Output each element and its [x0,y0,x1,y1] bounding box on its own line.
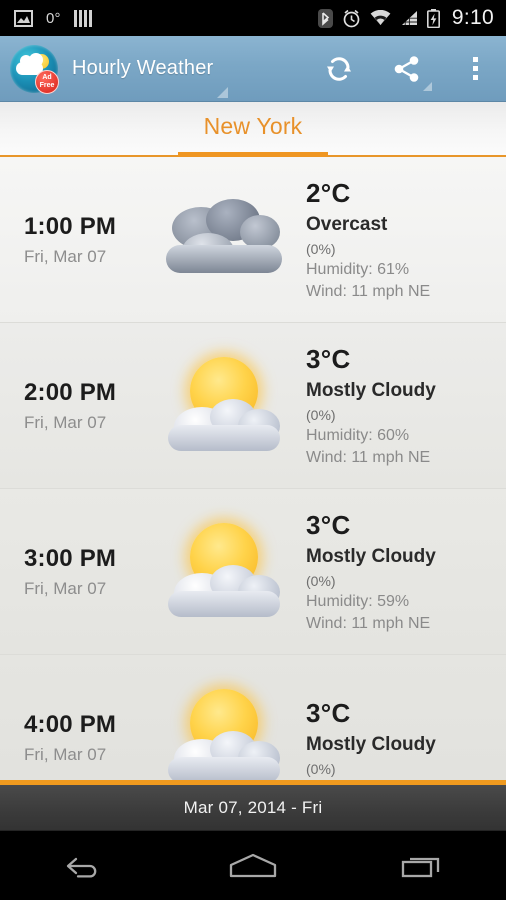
hour-temperature: 3°C [306,510,351,540]
hour-condition: Mostly Cloudy [306,380,436,401]
recents-icon [401,857,439,877]
system-navigation-bar [0,830,506,900]
hour-date: Fri, Mar 07 [24,744,107,764]
hour-icon-column [150,517,300,627]
hour-time: 3:00 PM [24,544,117,572]
recents-button[interactable] [337,851,506,881]
status-bar-left: 0° [0,9,92,27]
hour-temperature: 3°C [306,698,351,728]
hour-precipitation: (0%) [306,761,336,777]
phone-screen: 0° 9:10 Ad Free Hourly Weather New York … [0,0,506,900]
hour-condition: Mostly Cloudy [306,546,436,567]
hour-time: 2:00 PM [24,378,117,406]
status-bar-right: 9:10 [317,6,506,30]
hour-condition: Overcast [306,214,388,235]
mostly-cloudy-icon [160,517,290,627]
hour-time-column: 2:00 PM Fri, Mar 07 [0,379,150,433]
hour-time-column: 1:00 PM Fri, Mar 07 [0,213,150,267]
hour-time: 1:00 PM [24,212,117,240]
hour-wind: Wind: 11 mph NE [306,615,431,632]
share-button[interactable] [370,36,444,101]
hour-icon-column [150,351,300,461]
share-dropdown-triangle-icon[interactable] [423,82,432,91]
hour-info-column: 3°C Mostly Cloudy (0%) [300,698,506,777]
hour-icon-column [150,185,300,295]
hour-date: Fri, Mar 07 [24,246,107,266]
hour-humidity: Humidity: 59% [306,593,410,610]
hour-precipitation: (0%) [306,407,336,423]
title-dropdown-triangle-icon[interactable] [217,87,229,98]
home-button[interactable] [169,851,338,881]
hour-date: Fri, Mar 07 [24,412,107,432]
list-item[interactable]: 1:00 PM Fri, Mar 07 2°C Overcast (0%) Hu… [0,157,506,323]
barcode-icon [73,9,92,27]
mostly-cloudy-icon [160,683,290,780]
bluetooth-icon [317,8,333,28]
overflow-menu-icon [472,57,478,80]
action-bar: Ad Free Hourly Weather [0,36,506,102]
hour-temperature: 3°C [306,344,351,374]
home-icon [229,853,277,877]
ad-free-badge-line1: Ad [42,73,52,81]
list-item[interactable]: 4:00 PM Fri, Mar 07 3°C Mostly Cloudy (0… [0,655,506,780]
hour-info-column: 3°C Mostly Cloudy (0%) Humidity: 60% Win… [300,344,506,467]
hour-condition: Mostly Cloudy [306,734,436,755]
hourly-forecast-list[interactable]: 1:00 PM Fri, Mar 07 2°C Overcast (0%) Hu… [0,157,506,780]
hour-info-column: 3°C Mostly Cloudy (0%) Humidity: 59% Win… [300,510,506,633]
back-button[interactable] [0,851,169,881]
hour-icon-column [150,683,300,780]
hour-humidity: Humidity: 61% [306,261,410,278]
hour-date: Fri, Mar 07 [24,578,107,598]
date-footer-bar[interactable]: Mar 07, 2014 - Fri [0,780,506,830]
mostly-cloudy-icon [160,351,290,461]
hour-temperature: 2°C [306,178,351,208]
refresh-icon [327,56,351,81]
hour-wind: Wind: 11 mph NE [306,283,431,300]
status-temperature: 0° [46,9,61,27]
signal-icon [401,11,417,25]
hour-precipitation: (0%) [306,573,336,589]
hour-humidity: Humidity: 60% [306,427,410,444]
weather-app-icon[interactable]: Ad Free [10,44,59,94]
battery-charging-icon [426,8,440,28]
footer-date-label: Mar 07, 2014 - Fri [183,797,323,817]
tab-bar: New York [0,102,506,157]
app-title: Hourly Weather [72,57,214,79]
status-clock: 9:10 [451,6,494,29]
overcast-icon [160,185,290,295]
refresh-button[interactable] [308,36,370,101]
hour-precipitation: (0%) [306,241,336,257]
share-icon [394,55,419,82]
action-bar-buttons [308,36,506,101]
list-item[interactable]: 3:00 PM Fri, Mar 07 3°C Mostly Cloudy (0… [0,489,506,655]
overflow-menu-button[interactable] [444,36,506,101]
hour-time-column: 4:00 PM Fri, Mar 07 [0,711,150,765]
ad-free-badge: Ad Free [35,69,59,94]
hour-time-column: 3:00 PM Fri, Mar 07 [0,545,150,599]
hour-info-column: 2°C Overcast (0%) Humidity: 61% Wind: 11… [300,178,506,301]
hour-wind: Wind: 11 mph NE [306,449,431,466]
ad-free-badge-line2: Free [39,81,55,89]
alarm-icon [343,9,360,27]
screenshot-icon [14,9,33,27]
wifi-icon [370,10,391,25]
list-item[interactable]: 2:00 PM Fri, Mar 07 3°C Mostly Cloudy (0… [0,323,506,489]
back-icon [67,857,97,878]
status-bar: 0° 9:10 [0,0,506,36]
tab-new-york[interactable]: New York [204,113,303,144]
hour-time: 4:00 PM [24,710,117,738]
